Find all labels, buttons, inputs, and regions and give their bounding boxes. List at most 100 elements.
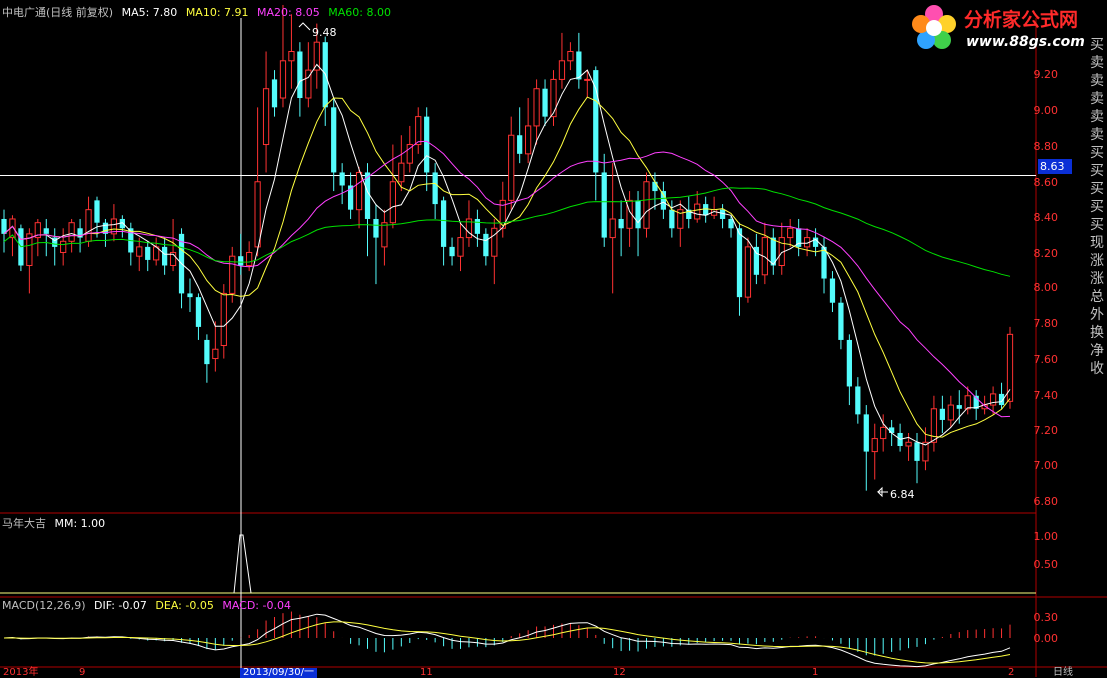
price-tick: 7.60 — [1033, 353, 1059, 366]
candle-body — [542, 88, 548, 117]
price-tick: 9.20 — [1033, 68, 1059, 81]
candle-body — [609, 218, 616, 239]
candle-body — [440, 200, 447, 247]
candle-body — [389, 181, 396, 224]
candle-body — [246, 251, 253, 266]
candle-body — [914, 442, 920, 461]
indicator1-header: 马年大吉 MM: 1.00 — [2, 517, 110, 530]
candle-body — [829, 278, 836, 303]
macd-dif: DIF: -0.07 — [94, 599, 147, 612]
info-label: 买 — [1090, 181, 1104, 197]
candle-body — [736, 228, 743, 298]
candles-layer — [1, 4, 1014, 491]
candle-body — [339, 172, 345, 186]
candle-body — [424, 116, 430, 173]
info-label: 卖 — [1090, 127, 1104, 143]
candle-body — [871, 438, 878, 453]
candle-body — [474, 218, 481, 234]
macd-tick: 0.00 — [1033, 632, 1059, 645]
candle-body — [669, 209, 675, 229]
candle-body — [145, 246, 151, 260]
candle-body — [584, 78, 591, 81]
candle-body — [94, 200, 100, 223]
candle-body — [576, 51, 582, 80]
logo-url[interactable]: www.88gs.com — [966, 34, 1085, 50]
info-label: 卖 — [1090, 109, 1104, 125]
ma60-value: MA60: 8.00 — [328, 6, 391, 19]
info-label: 外 — [1090, 307, 1104, 323]
candle-body — [187, 293, 193, 298]
candle-body — [601, 172, 607, 238]
candle-body — [43, 228, 49, 234]
price-tick: 6.80 — [1033, 495, 1059, 508]
candle-body — [212, 348, 219, 360]
candle-body — [364, 172, 371, 219]
candle-body — [956, 405, 962, 409]
candle-body — [373, 218, 379, 238]
candle-body — [60, 240, 67, 253]
candle-body — [381, 222, 388, 248]
candle-body — [694, 203, 701, 220]
price-tick: 8.00 — [1033, 281, 1059, 294]
logo-title: 分析家公式网 — [964, 9, 1079, 31]
candle-body — [889, 427, 895, 433]
info-label: 净 — [1090, 343, 1104, 359]
candle-body — [635, 200, 641, 229]
candle-body — [533, 88, 540, 127]
info-label: 卖 — [1090, 55, 1104, 71]
candle-body — [525, 125, 532, 155]
price-tick: 7.80 — [1033, 317, 1059, 330]
stock-title[interactable]: 中电广通(日线 前复权) — [2, 6, 113, 19]
candle-body — [863, 414, 869, 452]
macd-header: MACD(12,26,9) DIF: -0.07 DEA: -0.05 MACD… — [2, 599, 296, 612]
price-tick: 7.20 — [1033, 424, 1059, 437]
info-label: 买 — [1090, 145, 1104, 161]
dea-line — [3, 621, 1011, 664]
right-info-panel: 买 卖 卖 卖 卖 卖 买 买 买 买 买 现 涨 涨 总 外 换 净 收 — [1090, 36, 1107, 378]
candle-body — [744, 246, 752, 298]
info-label: 收 — [1090, 361, 1104, 377]
ma20-value: MA20: 8.05 — [257, 6, 320, 19]
high-marker-arrow — [298, 22, 311, 31]
info-label: 卖 — [1090, 91, 1104, 107]
candle-body — [660, 191, 667, 210]
candle-body — [939, 408, 945, 420]
candle-body — [162, 246, 168, 266]
indicator1-title[interactable]: 马年大吉 — [2, 517, 46, 530]
candle-body — [136, 246, 143, 257]
site-logo: 分析家公式网 www.88gs.com — [908, 2, 1104, 56]
ma20-line — [3, 140, 1011, 418]
info-label: 买 — [1090, 217, 1104, 233]
candle-body — [838, 302, 844, 340]
candle-body — [880, 426, 887, 440]
ma5-value: MA5: 7.80 — [121, 6, 178, 19]
price-tick: 8.20 — [1033, 247, 1059, 260]
candle-body — [846, 339, 852, 387]
candle-body — [483, 233, 489, 257]
macd-layer — [3, 611, 1011, 668]
candle-body — [855, 386, 861, 415]
candle-body — [930, 408, 938, 443]
mm-signal-line — [233, 534, 252, 594]
macd-title[interactable]: MACD(12,26,9) — [2, 599, 86, 612]
candle-body — [279, 60, 287, 99]
info-label: 买 — [1090, 163, 1104, 179]
info-label: 现 — [1090, 235, 1104, 251]
candle-body — [85, 209, 92, 242]
candle-body — [558, 60, 566, 80]
candle-body — [457, 237, 464, 257]
candle-body — [297, 51, 303, 99]
main-header: 中电广通(日线 前复权) MA5: 7.80 MA10: 7.91 MA20: … — [2, 6, 396, 19]
macd-tick: 0.30 — [1033, 611, 1059, 624]
ma10-value: MA10: 7.91 — [185, 6, 249, 19]
info-label: 买 — [1090, 37, 1104, 53]
candle-body — [398, 162, 405, 183]
high-price-label: 9.48 — [312, 26, 337, 39]
candle-body — [204, 339, 210, 365]
info-label: 涨 — [1090, 271, 1104, 287]
candle-body — [195, 297, 202, 327]
candle-body — [331, 107, 337, 173]
kline-chart[interactable] — [0, 0, 1107, 677]
candle-body — [567, 50, 574, 62]
macd-dea: DEA: -0.05 — [155, 599, 214, 612]
